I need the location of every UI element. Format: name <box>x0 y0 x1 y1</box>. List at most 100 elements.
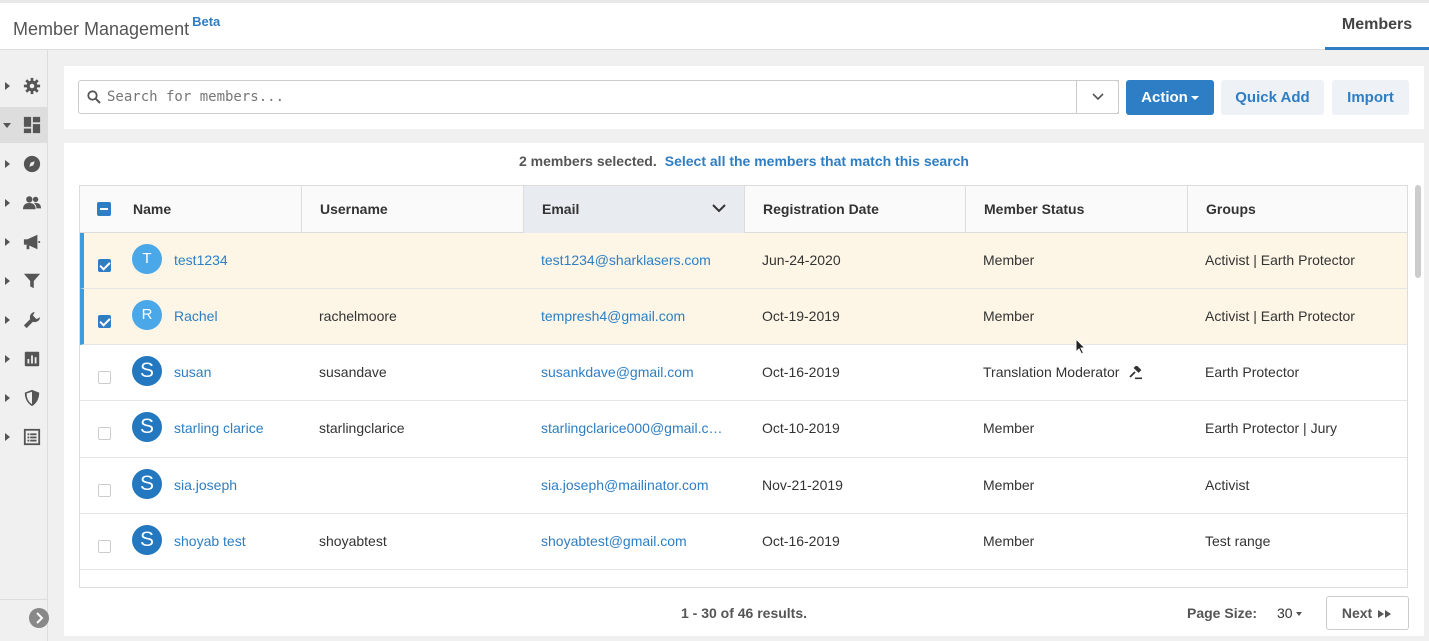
member-registration-date: Oct-16-2019 <box>762 533 840 549</box>
member-email-link[interactable]: sia.joseph@mailinator.com <box>541 458 741 514</box>
sidebar-divider <box>0 599 48 600</box>
column-header-groups[interactable]: Groups <box>1188 186 1407 233</box>
caret-right-icon <box>5 394 10 402</box>
search-panel: Action Quick Add Import <box>64 66 1424 129</box>
member-email-link[interactable]: shoyabtest@gmail.com <box>541 514 741 570</box>
row-checkbox[interactable] <box>98 484 111 497</box>
column-header-member-status[interactable]: Member Status <box>966 186 1188 233</box>
caret-right-icon <box>5 277 10 285</box>
sidebar-item-tools[interactable] <box>0 302 48 338</box>
action-button-label: Action <box>1141 89 1188 106</box>
sidebar-item-explore[interactable] <box>0 146 48 182</box>
chevron-right-icon <box>36 612 44 624</box>
gavel-icon <box>1129 366 1143 380</box>
caret-right-icon <box>5 355 10 363</box>
table-scrollbar[interactable] <box>1415 185 1421 278</box>
table-row[interactable]: S sia.joseph sia.joseph@mailinator.com N… <box>80 458 1407 514</box>
mouse-cursor-icon <box>1075 338 1087 355</box>
sidebar-item-campaigns[interactable] <box>0 224 48 260</box>
member-status: Member <box>983 533 1035 549</box>
tab-members[interactable]: Members <box>1325 3 1429 50</box>
avatar: T <box>132 244 162 274</box>
search-box <box>78 80 1119 114</box>
top-header: Member Management Beta Members <box>0 0 1429 50</box>
caret-down-icon <box>1295 612 1302 617</box>
table-row[interactable]: S susan susandave susankdave@gmail.com O… <box>80 345 1407 401</box>
gear-icon <box>23 77 41 95</box>
member-registration-date: Oct-16-2019 <box>762 364 840 380</box>
table-row[interactable]: R Rachel rachelmoore tempresh4@gmail.com… <box>80 289 1407 345</box>
member-status: Member <box>983 252 1035 268</box>
member-groups: Activist | Earth Protector <box>1205 308 1355 324</box>
row-checkbox[interactable] <box>98 371 111 384</box>
table-header: Name Username Email Registration Date Me… <box>80 186 1407 233</box>
member-groups: Test range <box>1205 533 1271 549</box>
list-icon <box>23 428 41 446</box>
caret-right-icon <box>5 199 10 207</box>
column-header-name[interactable]: Name <box>115 186 302 233</box>
sidebar-item-settings[interactable] <box>0 68 48 104</box>
megaphone-icon <box>23 234 41 250</box>
sidebar-item-lists[interactable] <box>0 419 48 455</box>
table-row[interactable]: T test1234 test1234@sharklasers.com Jun-… <box>80 233 1407 289</box>
member-registration-date: Oct-19-2019 <box>762 308 840 324</box>
avatar: S <box>132 356 162 386</box>
caret-right-icon <box>5 238 10 246</box>
member-status-cell: Translation Moderator <box>983 345 1193 401</box>
people-icon <box>23 196 41 210</box>
table-row-partial[interactable] <box>80 570 1407 587</box>
sidebar-item-security[interactable] <box>0 380 48 416</box>
select-all-checkbox[interactable] <box>97 202 111 216</box>
caret-right-icon <box>5 82 10 90</box>
page-size-value: 30 <box>1277 605 1293 621</box>
row-checkbox[interactable] <box>98 259 111 272</box>
avatar: S <box>132 469 162 499</box>
sidebar-item-dashboard[interactable] <box>0 107 48 143</box>
member-username <box>319 233 519 289</box>
sidebar-collapse-button[interactable] <box>29 608 49 628</box>
search-input[interactable] <box>107 82 1107 112</box>
member-username: rachelmoore <box>319 308 397 324</box>
avatar: R <box>132 300 162 330</box>
sidebar-item-members[interactable] <box>0 185 48 221</box>
action-button[interactable]: Action <box>1126 80 1214 115</box>
quick-add-button[interactable]: Quick Add <box>1221 80 1324 115</box>
sidebar-item-filters[interactable] <box>0 263 48 299</box>
page-size-label: Page Size: <box>1187 605 1258 621</box>
avatar: S <box>132 412 162 442</box>
caret-right-icon <box>5 316 10 324</box>
column-header-registration-date[interactable]: Registration Date <box>745 186 966 233</box>
bar-chart-icon <box>24 351 40 367</box>
column-header-username[interactable]: Username <box>302 186 524 233</box>
selection-count: 2 members selected. <box>519 153 657 169</box>
member-registration-date: Oct-10-2019 <box>762 420 840 436</box>
avatar: S <box>132 525 162 555</box>
member-username <box>319 458 519 514</box>
table-row[interactable]: S shoyab test shoyabtest shoyabtest@gmai… <box>80 514 1407 570</box>
member-email-link[interactable]: test1234@sharklasers.com <box>541 233 741 289</box>
filter-icon <box>23 273 41 289</box>
sidebar-item-reports[interactable] <box>0 341 48 377</box>
caret-right-icon <box>5 160 10 168</box>
member-email-link[interactable]: susankdave@gmail.com <box>541 345 741 401</box>
member-email-link[interactable]: tempresh4@gmail.com <box>541 289 741 345</box>
member-groups: Earth Protector | Jury <box>1205 420 1338 436</box>
column-header-email[interactable]: Email <box>524 186 745 233</box>
row-checkbox[interactable] <box>98 315 111 328</box>
member-status: Translation Moderator <box>983 364 1120 380</box>
shield-icon <box>24 389 40 407</box>
row-checkbox[interactable] <box>98 427 111 440</box>
sidebar <box>0 50 49 641</box>
app-title-text: Member Management <box>13 19 190 39</box>
row-checkbox[interactable] <box>98 540 111 553</box>
fast-forward-icon <box>1378 610 1392 619</box>
next-page-label: Next <box>1341 605 1373 621</box>
member-email-link[interactable]: starlingclarice000@gmail.com <box>541 401 723 457</box>
search-options-dropdown[interactable] <box>1076 80 1119 114</box>
selection-info: 2 members selected. Select all the member… <box>64 153 1424 169</box>
import-button[interactable]: Import <box>1332 80 1409 115</box>
table-row[interactable]: S starling clarice starlingclarice starl… <box>80 401 1407 458</box>
page-size-dropdown[interactable]: 30 <box>1277 605 1302 621</box>
next-page-button[interactable]: Next <box>1326 596 1409 630</box>
select-all-link[interactable]: Select all the members that match this s… <box>665 153 969 169</box>
